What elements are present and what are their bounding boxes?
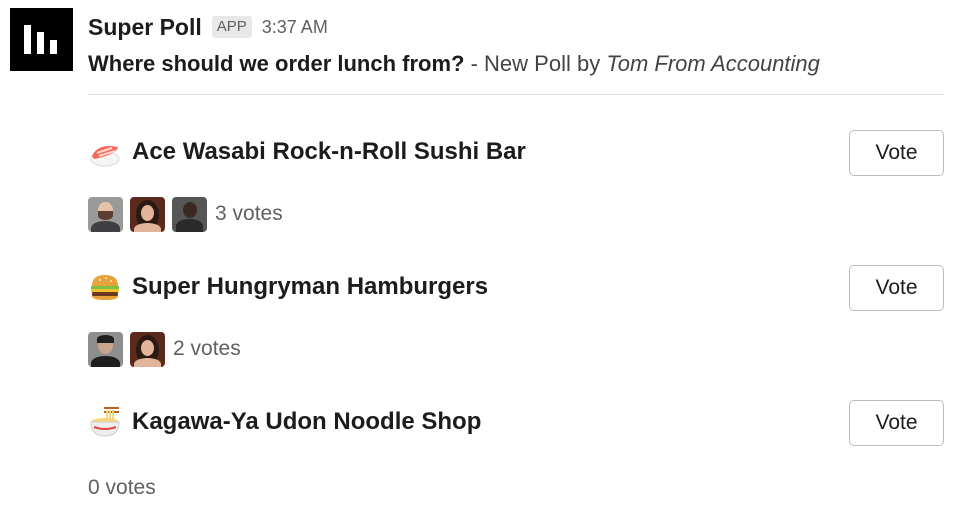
app-badge: APP: [211, 16, 252, 38]
poll-message: Super Poll APP 3:37 AM Where should we o…: [0, 0, 955, 516]
vote-count: 3 votes: [215, 202, 283, 225]
option-name: Kagawa-Ya Udon Noodle Shop: [132, 408, 482, 435]
avatar[interactable]: [172, 196, 207, 232]
votes-row: 2 votes: [88, 331, 241, 367]
option-title: Super Hungryman Hamburgers: [88, 262, 488, 312]
avatar[interactable]: [130, 196, 165, 232]
avatar[interactable]: [88, 196, 123, 232]
option-title: Kagawa-Ya Udon Noodle Shop: [88, 397, 481, 447]
poll-author: Tom From Accounting: [606, 51, 820, 76]
votes-row: 3 votes: [88, 196, 283, 232]
poll-option-sushi: Ace Wasabi Rock-n-Roll Sushi Bar Vote: [88, 127, 944, 177]
option-title: Ace Wasabi Rock-n-Roll Sushi Bar: [88, 127, 526, 177]
vote-count: 2 votes: [173, 337, 241, 360]
vote-count: 0 votes: [88, 476, 156, 499]
poll-question: Where should we order lunch from?: [88, 51, 465, 76]
timestamp[interactable]: 3:37 AM: [262, 17, 328, 38]
poll-option-udon: Kagawa-Ya Udon Noodle Shop Vote: [88, 397, 944, 447]
option-name: Super Hungryman Hamburgers: [132, 273, 489, 300]
vote-button[interactable]: Vote: [849, 130, 944, 176]
app-name[interactable]: Super Poll: [88, 14, 202, 41]
hamburger-icon: [88, 270, 122, 304]
subtitle-separator: -: [464, 51, 485, 76]
vote-button[interactable]: Vote: [849, 265, 944, 311]
noodle-bowl-icon: [88, 405, 122, 439]
message-content: Super Poll APP 3:37 AM Where should we o…: [88, 10, 944, 499]
divider: [88, 94, 944, 95]
poll-option-hamburger: Super Hungryman Hamburgers Vote: [88, 262, 944, 312]
logo-bar: [24, 25, 31, 54]
avatar[interactable]: [88, 331, 123, 367]
sushi-icon: [88, 135, 122, 169]
option-name: Ace Wasabi Rock-n-Roll Sushi Bar: [132, 138, 526, 165]
poll-by-label: New Poll by: [484, 51, 607, 76]
poll-subtitle: Where should we order lunch from? - New …: [88, 50, 944, 78]
logo-bar: [37, 32, 44, 54]
app-logo-bar-chart-icon[interactable]: [10, 8, 73, 71]
logo-bar: [50, 40, 57, 54]
message-header: Super Poll APP 3:37 AM: [88, 10, 944, 44]
vote-button[interactable]: Vote: [849, 400, 944, 446]
avatar[interactable]: [130, 331, 165, 367]
votes-row: 0 votes: [88, 470, 156, 506]
